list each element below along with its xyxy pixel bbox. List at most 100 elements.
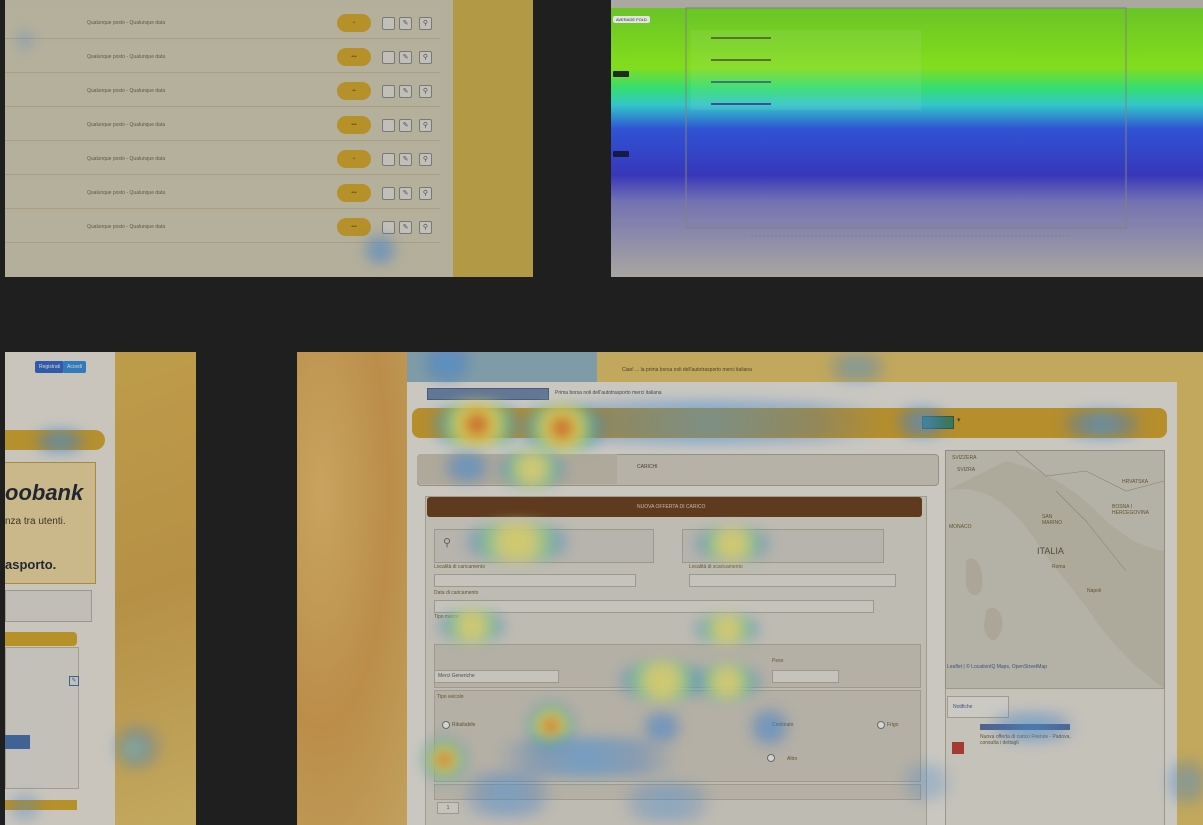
chevron-down-icon[interactable]: ▾ xyxy=(957,416,961,424)
offer-row[interactable]: Qualunque posto - Qualunque data ••• ✎ ⚲ xyxy=(5,110,440,141)
checkbox-icon[interactable] xyxy=(382,187,395,200)
checkbox-icon[interactable] xyxy=(382,153,395,166)
radio-2[interactable] xyxy=(877,721,885,729)
label-origin: Località di caricamento xyxy=(434,564,486,570)
fold-marker-mid xyxy=(613,71,629,77)
radio-3[interactable] xyxy=(767,754,775,762)
search-icon: ⚲ xyxy=(443,537,452,549)
offer-row[interactable]: Qualunque posto - Qualunque data • ✎ ⚲ xyxy=(5,8,440,39)
checkbox-icon[interactable] xyxy=(382,119,395,132)
edit-icon[interactable]: ✎ xyxy=(399,17,412,30)
offer-count-badge[interactable]: ••• xyxy=(337,184,371,202)
label-vehicle: Tipo veicolo xyxy=(437,694,464,700)
map-label-svizra: SVIZRA xyxy=(957,467,976,473)
fold-label-top: AVERAGE FOLD xyxy=(613,16,650,23)
map-label-roma: Roma xyxy=(1052,564,1066,570)
sidebar-box xyxy=(5,590,92,622)
checkbox-icon[interactable] xyxy=(382,221,395,234)
tab-active[interactable] xyxy=(417,454,617,484)
edit-icon[interactable]: ✎ xyxy=(399,85,412,98)
destination-field[interactable] xyxy=(689,574,896,587)
map-label-italia: ITALIA xyxy=(1037,546,1064,556)
checkbox-icon[interactable] xyxy=(382,17,395,30)
zoom-icon[interactable]: ⚲ xyxy=(419,187,432,200)
label-goods: Tipo merce xyxy=(434,614,459,620)
edit-icon[interactable]: ✎ xyxy=(399,51,412,64)
offer-row[interactable]: Qualunque posto - Qualunque data •• ✎ ⚲ xyxy=(5,76,440,107)
offer-route-text: Qualunque posto - Qualunque data xyxy=(87,122,166,128)
zoom-icon[interactable]: ⚲ xyxy=(419,51,432,64)
offer-count-badge[interactable]: ••• xyxy=(337,116,371,134)
brand-title: oobank xyxy=(5,480,84,505)
offer-row[interactable]: Qualunque posto - Qualunque data ••• ✎ ⚲ xyxy=(5,42,440,73)
checkbox-icon[interactable] xyxy=(382,85,395,98)
checkbox-icon[interactable] xyxy=(382,51,395,64)
form-title: NUOVA OFFERTA DI CARICO xyxy=(637,504,706,510)
label-date: Data di caricamento xyxy=(434,590,479,596)
notification-text: Nuova offerta di carico Firenze - Padova… xyxy=(980,734,1071,746)
language-select[interactable] xyxy=(922,416,954,429)
extra-row xyxy=(434,784,921,800)
edit-icon[interactable]: ✎ xyxy=(399,221,412,234)
offer-count-badge[interactable]: ••• xyxy=(337,48,371,66)
heatmap-panel-new-offer: Ciao! ... la prima borsa noli dell'autot… xyxy=(297,352,1203,825)
heatmap-panel-homepage: Registrati Accedi oobank nza tra utenti.… xyxy=(5,352,196,825)
option-centinato[interactable]: Centinato xyxy=(772,722,793,728)
edit-icon[interactable]: ✎ xyxy=(399,187,412,200)
offer-route-text: Qualunque posto - Qualunque data xyxy=(87,190,166,196)
scroll-gradient-svg xyxy=(611,7,1203,277)
map-svg xyxy=(946,451,1164,689)
offer-route-text: Qualunque posto - Qualunque data xyxy=(87,88,166,94)
map-label-sanmarino: SAN MARINO xyxy=(1042,514,1062,526)
label-weight: Peso xyxy=(772,658,784,664)
zoom-icon[interactable]: ⚲ xyxy=(419,119,432,132)
offer-count-badge[interactable]: •• xyxy=(337,82,371,100)
offer-count-badge[interactable]: • xyxy=(337,150,371,168)
fold-marker-low xyxy=(613,151,629,157)
offer-row[interactable]: Qualunque posto - Qualunque data ••• ✎ ⚲ xyxy=(5,212,440,243)
news-thumb xyxy=(5,735,30,749)
breadcrumb-banner xyxy=(427,388,549,400)
option-altro[interactable]: Altro xyxy=(787,756,797,762)
offer-count-badge[interactable]: ••• xyxy=(337,218,371,236)
goods-select[interactable]: Merci Generiche xyxy=(434,670,559,683)
date-field[interactable] xyxy=(434,600,874,613)
origin-field[interactable] xyxy=(434,574,636,587)
tab-notifiche[interactable]: Notifiche xyxy=(947,696,1009,718)
zoom-icon[interactable]: ⚲ xyxy=(419,153,432,166)
offer-route-text: Qualunque posto - Qualunque data xyxy=(87,20,166,26)
sidebar-tab[interactable] xyxy=(5,632,77,646)
destination-search-input[interactable] xyxy=(682,529,884,563)
tab-carichi[interactable]: CARICHI xyxy=(637,464,658,470)
top-notice: Ciao! ... la prima borsa noli dell'autot… xyxy=(622,367,752,373)
main-nav-bar xyxy=(412,408,1167,438)
banner-text: Prima borsa noli dell'autotrasporto merc… xyxy=(555,390,662,396)
register-button[interactable]: Registrati xyxy=(35,361,65,373)
offer-count-badge[interactable]: • xyxy=(337,14,371,32)
option-ribaltabile[interactable]: Ribaltabile xyxy=(452,722,475,728)
quantity-stepper[interactable]: 1 xyxy=(437,802,459,814)
notification-link[interactable] xyxy=(980,724,1070,730)
login-button[interactable]: Accedi xyxy=(63,361,87,373)
origin-search-input[interactable] xyxy=(434,529,654,563)
bottom-bar xyxy=(5,800,77,810)
search-bar[interactable] xyxy=(5,430,105,450)
vehicle-row xyxy=(434,690,921,782)
zoom-icon[interactable]: ⚲ xyxy=(419,221,432,234)
map-label-svizzera: SVIZZERA xyxy=(952,455,977,461)
zoom-icon[interactable]: ⚲ xyxy=(419,17,432,30)
notification-icon xyxy=(952,742,964,754)
edit-icon[interactable]: ✎ xyxy=(399,119,412,132)
offer-row[interactable]: Qualunque posto - Qualunque data • ✎ ⚲ xyxy=(5,144,440,175)
transport-text: asporto. xyxy=(5,557,57,572)
option-frigo[interactable]: Frigo xyxy=(887,722,898,728)
map-label-monaco: MONACO xyxy=(949,524,972,530)
map[interactable] xyxy=(945,450,1165,690)
zoom-icon[interactable]: ⚲ xyxy=(419,85,432,98)
map-label-napoli: Napoli xyxy=(1087,588,1102,594)
edit-icon[interactable]: ✎ xyxy=(69,676,79,686)
weight-field[interactable] xyxy=(772,670,839,683)
radio-1[interactable] xyxy=(442,721,450,729)
offer-row[interactable]: Qualunque posto - Qualunque data ••• ✎ ⚲ xyxy=(5,178,440,209)
edit-icon[interactable]: ✎ xyxy=(399,153,412,166)
